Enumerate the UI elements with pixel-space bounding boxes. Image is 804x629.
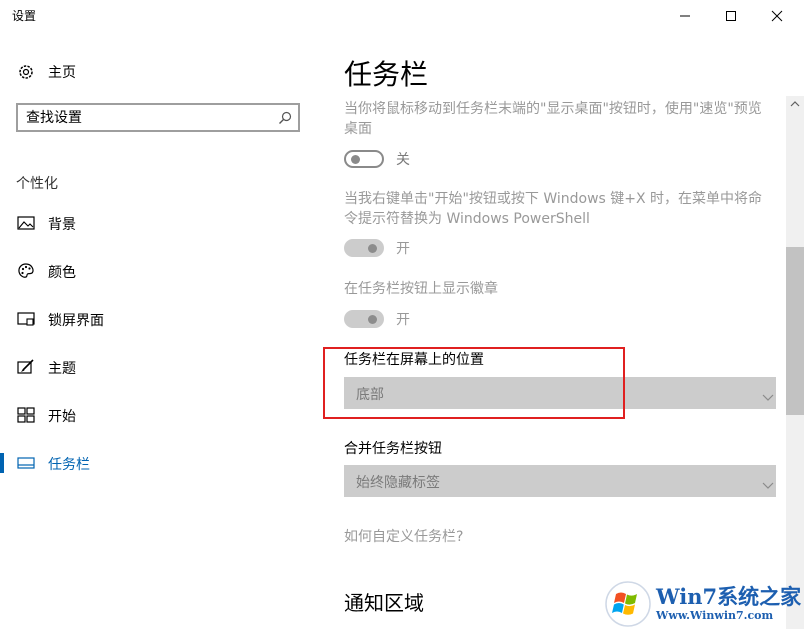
toggle-knob — [368, 315, 377, 324]
scrollbar-thumb[interactable] — [786, 247, 804, 415]
search-box[interactable] — [16, 103, 300, 132]
sidebar-item-label: 锁屏界面 — [48, 313, 104, 329]
search-icon[interactable] — [278, 110, 292, 129]
sidebar-item-background[interactable]: 背景 — [0, 203, 320, 243]
windows-logo-icon — [605, 580, 651, 627]
maximize-button[interactable] — [708, 0, 754, 32]
section-title: 个性化 — [16, 176, 58, 192]
sidebar-item-label: 开始 — [48, 409, 76, 425]
powershell-toggle[interactable] — [344, 239, 384, 257]
toggle-state-label: 开 — [396, 241, 410, 257]
toggle-state-label: 关 — [396, 152, 410, 168]
start-tiles-icon — [16, 405, 36, 425]
sidebar-item-label: 任务栏 — [48, 457, 90, 473]
close-button[interactable] — [754, 0, 800, 32]
customize-taskbar-help-link[interactable]: 如何自定义任务栏? — [344, 526, 463, 546]
badges-toggle-row[interactable]: 开 — [344, 309, 410, 329]
combine-buttons-dropdown[interactable]: 始终隐藏标签 — [344, 465, 776, 497]
sidebar-item-label: 主题 — [48, 361, 76, 377]
chevron-up-icon — [790, 101, 800, 107]
dropdown-value: 始终隐藏标签 — [356, 475, 440, 491]
selection-indicator — [0, 453, 4, 473]
minimize-button[interactable] — [662, 0, 708, 32]
search-input[interactable] — [26, 109, 266, 127]
close-icon — [771, 10, 783, 22]
sidebar-item-label: 颜色 — [48, 265, 76, 281]
scroll-up-button[interactable] — [786, 96, 804, 112]
home-label: 主页 — [48, 65, 76, 81]
highlight-annotation-box — [323, 347, 625, 419]
sidebar-item-colors[interactable]: 颜色 — [0, 251, 320, 291]
combine-buttons-label: 合并任务栏按钮 — [344, 441, 442, 457]
watermark-brand: Win7系统之家 — [656, 584, 802, 609]
theme-brush-icon — [16, 357, 36, 377]
picture-icon — [16, 213, 36, 233]
setting-description-powershell: 当我右键单击"开始"按钮或按下 Windows 键+X 时，在菜单中将命令提示符… — [344, 191, 763, 227]
chevron-down-icon — [762, 475, 774, 494]
gear-icon — [16, 62, 36, 82]
sidebar-item-label: 背景 — [48, 217, 76, 233]
watermark-url: Www.Winwin7.com — [656, 609, 774, 622]
peek-toggle[interactable] — [344, 150, 384, 168]
toggle-state-label: 开 — [396, 312, 410, 328]
toggle-knob — [351, 155, 360, 164]
minimize-icon — [680, 15, 690, 17]
sidebar-item-lock-screen[interactable]: 锁屏界面 — [0, 299, 320, 339]
sidebar-item-start[interactable]: 开始 — [0, 395, 320, 435]
peek-toggle-row[interactable]: 关 — [344, 149, 410, 169]
page-title: 任务栏 — [344, 58, 429, 91]
sidebar-item-themes[interactable]: 主题 — [0, 347, 320, 387]
sidebar-item-taskbar[interactable]: 任务栏 — [0, 443, 320, 483]
notification-area-heading: 通知区域 — [344, 591, 424, 615]
watermark: Win7系统之家 Www.Winwin7.com — [604, 578, 804, 629]
taskbar-icon — [16, 453, 36, 473]
title-bar: 设置 — [0, 0, 804, 32]
maximize-icon — [726, 11, 736, 21]
setting-description-peek: 当你将鼠标移动到任务栏末端的"显示桌面"按钮时，使用"速览"预览桌面 — [344, 101, 762, 137]
chevron-down-icon — [762, 387, 774, 406]
app-title: 设置 — [12, 9, 37, 23]
badges-toggle[interactable] — [344, 310, 384, 328]
sidebar-home[interactable]: 主页 — [16, 60, 76, 84]
setting-description-badges: 在任务栏按钮上显示徽章 — [344, 281, 498, 297]
powershell-toggle-row[interactable]: 开 — [344, 238, 410, 258]
toggle-knob — [368, 244, 377, 253]
palette-icon — [16, 261, 36, 281]
lock-screen-icon — [16, 309, 36, 329]
